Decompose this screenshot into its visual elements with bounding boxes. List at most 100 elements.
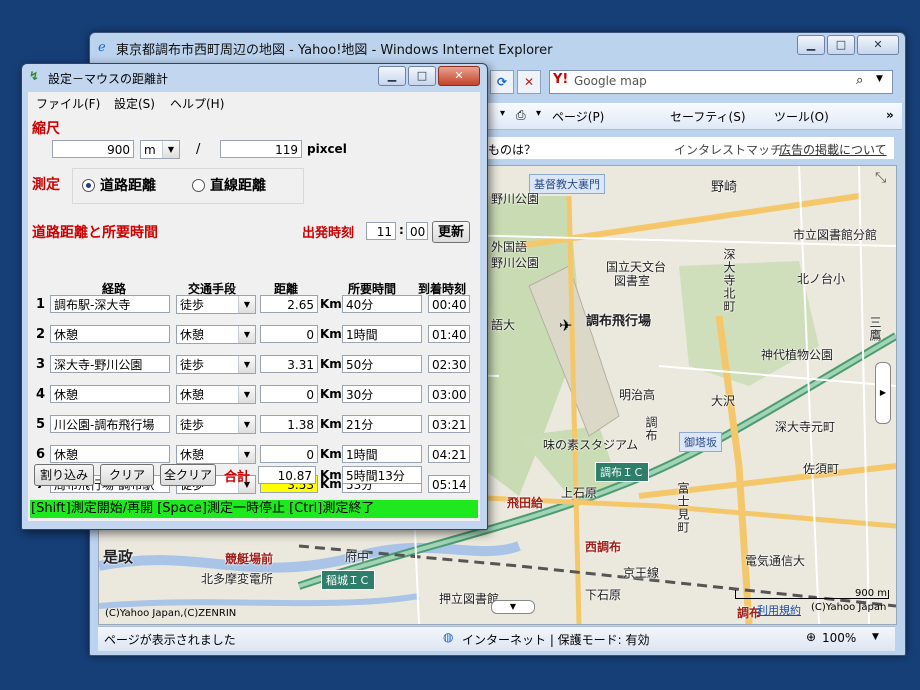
refresh-icon[interactable]: ⟳ [490, 70, 514, 94]
command-page[interactable]: ページ(P) [552, 108, 604, 125]
search-box[interactable]: Y! Google map ⌕ ▼ [549, 70, 893, 94]
print-dropdown-icon[interactable]: ▾ [536, 108, 541, 119]
clear-button[interactable]: クリア [100, 464, 154, 486]
route-input[interactable]: 調布駅-深大寺 [50, 295, 170, 313]
radio-road-label[interactable]: 道路距離 [100, 175, 156, 195]
measure-label: 測定 [32, 177, 60, 193]
mode-select[interactable]: 休憩 ▼ [176, 445, 256, 464]
zoom-icon: ⊕ [806, 630, 817, 644]
radio-straight-label[interactable]: 直線距離 [210, 175, 266, 195]
map-label-foreign: 外国語 [491, 240, 528, 254]
mode-select[interactable]: 徒歩 ▼ [176, 295, 256, 314]
map-copyright-2: (C)Yahoo Japan [811, 602, 887, 613]
map-label-substation: 北多摩変電所 [201, 572, 274, 586]
pan-right-button[interactable]: ▶ [875, 362, 891, 424]
search-input[interactable]: Google map [574, 74, 647, 88]
chevron-down-icon: ▼ [238, 446, 255, 463]
dialog-close-button[interactable]: ✕ [438, 66, 480, 86]
security-zone[interactable]: インターネット | 保護モード: 有効 [462, 631, 650, 648]
map-label-inagi-ic: 稲城ＩＣ [321, 570, 375, 590]
route-input[interactable]: 休憩 [50, 445, 170, 463]
ie-minimize-button[interactable]: ▁ [797, 35, 825, 55]
mode-select[interactable]: 徒歩 ▼ [176, 355, 256, 374]
search-dropdown-icon[interactable]: ▼ [876, 74, 883, 84]
search-icon[interactable]: ⌕ [856, 73, 863, 88]
mode-select[interactable]: 徒歩 ▼ [176, 415, 256, 434]
time-value[interactable]: 21分 [342, 415, 422, 433]
total-label: 合計 [224, 470, 251, 485]
mode-value: 休憩 [180, 388, 205, 402]
expand-map-icon[interactable]: ⤡ [875, 170, 886, 186]
mode-select[interactable]: 休憩 ▼ [176, 385, 256, 404]
status-bar: ページが表示されました ◍ インターネット | 保護モード: 有効 ⊕ 100%… [98, 626, 895, 651]
pixel-value-input[interactable]: 119 [220, 140, 302, 158]
distance-value[interactable]: 3.31 [260, 355, 318, 373]
pan-down-button[interactable]: ▼ [491, 600, 535, 614]
ie-maximize-button[interactable]: □ [827, 35, 855, 55]
command-safety[interactable]: セーフティ(S) [670, 108, 746, 125]
ie-close-button[interactable]: ✕ [857, 35, 899, 55]
time-value[interactable]: 1時間 [342, 445, 422, 463]
distance-value[interactable]: 0 [260, 445, 318, 463]
map-label-fuchu: 府中 [345, 550, 370, 564]
ad-link[interactable]: 広告の掲載について [779, 141, 887, 158]
distance-unit: Km [320, 387, 342, 401]
distance-meter-dialog: ↯ 設定－マウスの距離計 ▁ □ ✕ ファイル(F) 設定(S) ヘルプ(H) … [21, 63, 488, 530]
chevron-right-icon[interactable]: » [886, 108, 894, 122]
time-value[interactable]: 50分 [342, 355, 422, 373]
time-value[interactable]: 40分 [342, 295, 422, 313]
arrival-value: 03:21 [428, 415, 470, 433]
depart-separator: : [399, 223, 404, 237]
stop-icon[interactable]: ✕ [517, 70, 541, 94]
route-input[interactable]: 休憩 [50, 385, 170, 403]
zoom-level[interactable]: 100% [822, 631, 856, 645]
dialog-minimize-button[interactable]: ▁ [378, 66, 406, 86]
clear-all-button[interactable]: 全クリア [160, 464, 216, 486]
route-input[interactable]: 深大寺-野川公園 [50, 355, 170, 373]
route-input[interactable]: 休憩 [50, 325, 170, 343]
radio-road[interactable] [82, 179, 95, 192]
ad-label: インタレストマッチ - [674, 143, 791, 157]
menu-settings[interactable]: 設定(S) [114, 95, 155, 112]
route-input[interactable]: 川公園-調布飛行場 [50, 415, 170, 433]
update-button[interactable]: 更新 [432, 221, 470, 243]
zoom-dropdown-icon[interactable]: ▼ [872, 632, 879, 642]
ie-logo-icon: ℯ [98, 40, 106, 55]
map-label-park2: 野川公園 [491, 256, 540, 270]
terms-link[interactable]: 利用規約 [757, 602, 801, 618]
arrival-value: 02:30 [428, 355, 470, 373]
insert-button[interactable]: 割り込み [34, 464, 94, 486]
depart-hour-input[interactable]: 11 [366, 222, 396, 240]
row-number: 3 [36, 357, 46, 372]
map-label-shimoishihara: 下石原 [585, 588, 622, 602]
distance-value[interactable]: 0 [260, 385, 318, 403]
map-label-oshitate-library: 押立図書館 [439, 592, 500, 606]
total-time: 5時間13分 [342, 466, 422, 484]
map-label-fujimicho: 富士見町 [676, 482, 690, 534]
row-number: 2 [36, 327, 46, 342]
rss-dropdown-icon[interactable]: ▾ [500, 108, 505, 119]
distance-value[interactable]: 1.38 [260, 415, 318, 433]
map-label-kitanodai: 北ノ台小 [797, 272, 846, 286]
print-icon[interactable]: ⎙ [516, 108, 526, 123]
command-tools[interactable]: ツール(O) [774, 108, 829, 125]
time-value[interactable]: 1時間 [342, 325, 422, 343]
distance-unit: Km [320, 417, 342, 431]
depart-minute-input[interactable]: 00 [406, 222, 428, 240]
chevron-down-icon: ▼ [162, 141, 179, 158]
scale-value-input[interactable]: 900 [52, 140, 134, 158]
distance-value[interactable]: 0 [260, 325, 318, 343]
chevron-down-icon: ▼ [238, 356, 255, 373]
map-label-stadium: 味の素スタジアム [543, 438, 639, 452]
time-value[interactable]: 30分 [342, 385, 422, 403]
dialog-body: 縮尺 900 m ▼ / 119 pixcel 測定 道路距離 直線距離 道路距離… [28, 112, 480, 521]
chevron-down-icon: ▼ [238, 296, 255, 313]
distance-value[interactable]: 2.65 [260, 295, 318, 313]
scale-unit-select[interactable]: m ▼ [140, 140, 180, 159]
mode-select[interactable]: 休憩 ▼ [176, 325, 256, 344]
menu-file[interactable]: ファイル(F) [36, 95, 100, 112]
dialog-maximize-button[interactable]: □ [408, 66, 436, 86]
radio-straight[interactable] [192, 179, 205, 192]
row-number: 5 [36, 417, 46, 432]
menu-help[interactable]: ヘルプ(H) [170, 95, 224, 112]
